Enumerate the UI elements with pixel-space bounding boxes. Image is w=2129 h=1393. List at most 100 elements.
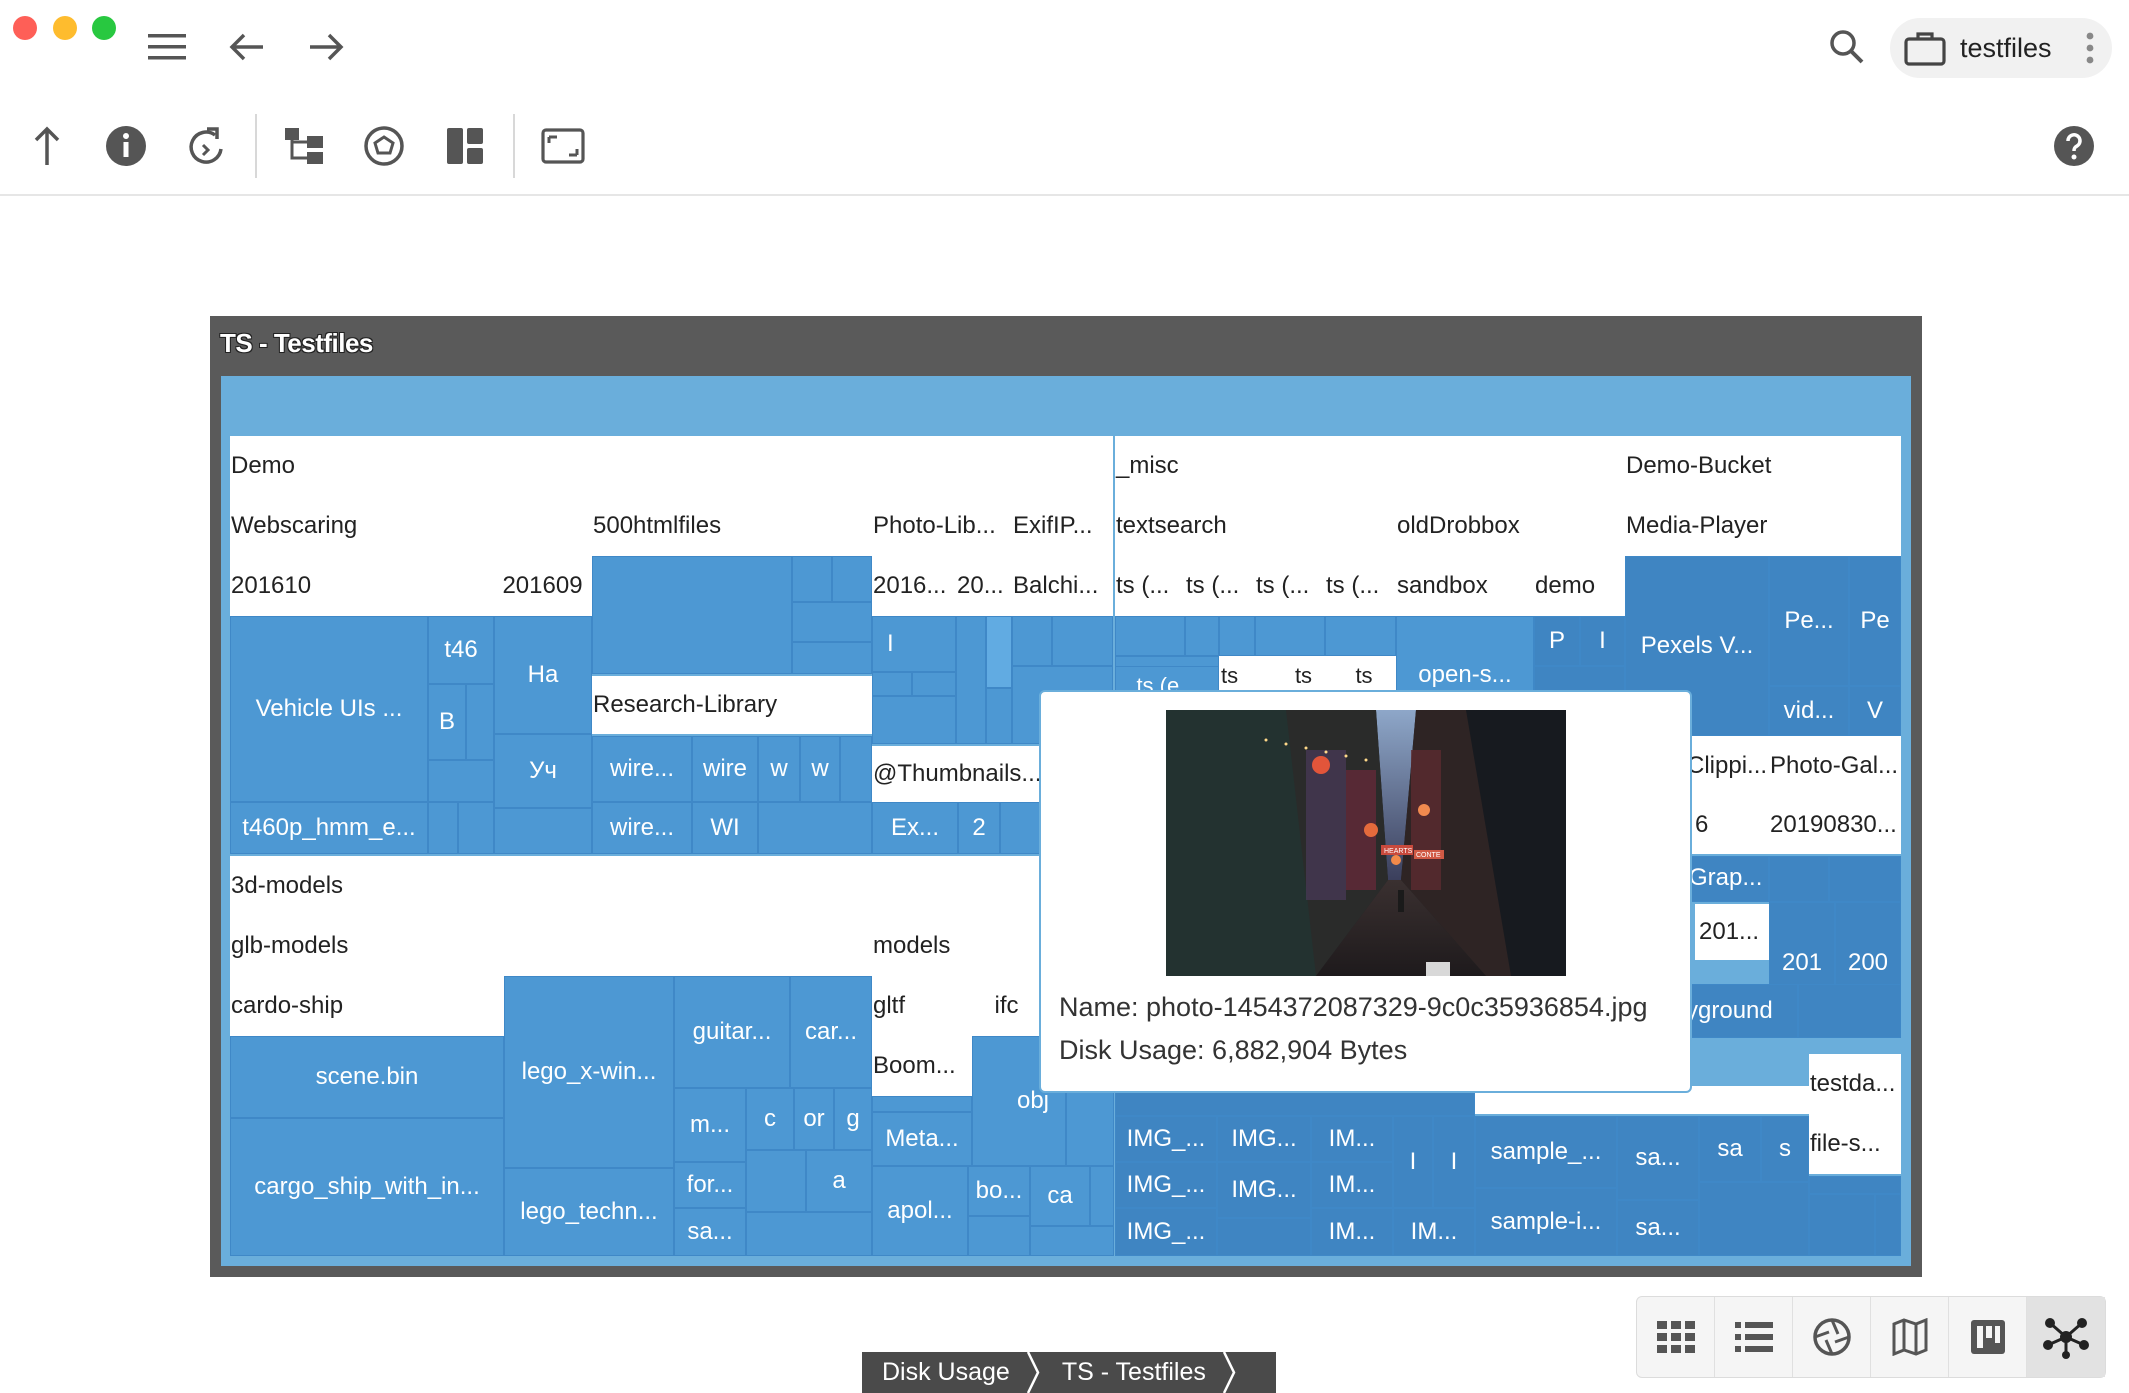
folder-201[interactable]: 201... — [1695, 904, 1769, 960]
treemap-cell[interactable]: car... — [790, 976, 872, 1088]
treemap-cell[interactable] — [792, 556, 832, 602]
folder-misc[interactable]: _misc — [1115, 436, 1625, 496]
treemap-cell[interactable] — [1875, 1194, 1901, 1256]
map-view-icon[interactable] — [1871, 1297, 1949, 1377]
treemap-cell[interactable]: IM... — [1311, 1162, 1393, 1208]
folder-201609[interactable]: 201609 — [492, 556, 592, 616]
treemap-cell[interactable]: lego_techn... — [504, 1168, 674, 1256]
folder-demo-bucket[interactable]: Demo-Bucket — [1625, 436, 1901, 496]
folder-balchi[interactable]: Balchi... — [1012, 556, 1113, 616]
gallery-view-icon[interactable] — [1793, 1297, 1871, 1377]
treemap-cell[interactable]: g — [834, 1088, 872, 1150]
info-icon[interactable] — [104, 124, 148, 168]
treemap-cell[interactable] — [494, 808, 592, 854]
treemap-cell[interactable] — [428, 802, 458, 854]
folder-2016[interactable]: 2016... — [872, 556, 956, 616]
treemap-cell[interactable]: s — [1761, 1116, 1809, 1182]
treemap-cell[interactable]: 2 — [958, 802, 1000, 854]
treemap-cell[interactable] — [1185, 616, 1219, 656]
treemap-cell[interactable]: w — [800, 736, 840, 802]
treemap-cell[interactable] — [792, 602, 872, 642]
treemap-cell[interactable]: vid... — [1769, 686, 1849, 736]
treemap-cell[interactable]: scene.bin — [230, 1036, 504, 1118]
treemap-cell[interactable]: sample-i... — [1475, 1188, 1617, 1256]
treemap-cell[interactable]: apol... — [872, 1166, 968, 1256]
treemap-cell[interactable]: I — [1580, 616, 1625, 666]
treemap-cell[interactable] — [746, 1150, 806, 1212]
forward-icon[interactable] — [305, 26, 347, 68]
minimize-window-button[interactable] — [53, 16, 77, 40]
treemap-cell[interactable] — [758, 802, 872, 854]
treemap-cell[interactable]: lego_x-win... — [504, 976, 674, 1168]
folder-olddrobbox[interactable]: oldDrobbox — [1396, 496, 1625, 556]
treemap-cell[interactable]: sample_... — [1475, 1116, 1617, 1188]
treemap-cell[interactable] — [986, 688, 1012, 744]
treemap-cell[interactable]: IMG_... — [1115, 1208, 1217, 1256]
treemap-cell[interactable] — [872, 696, 956, 744]
folder-file-s[interactable]: file-s... — [1809, 1114, 1901, 1174]
treemap-cell[interactable]: sa... — [1617, 1116, 1699, 1200]
list-view-icon[interactable] — [1715, 1297, 1793, 1377]
treemap-cell[interactable] — [986, 616, 1012, 688]
treemap-cell[interactable]: sa... — [674, 1208, 746, 1256]
treemap-cell[interactable] — [746, 1212, 872, 1256]
treemap-cell[interactable]: guitar... — [674, 976, 790, 1088]
treemap-cell[interactable]: t46 — [428, 616, 494, 684]
folder-testda[interactable]: testda... — [1809, 1054, 1901, 1114]
treemap-cell[interactable]: wire — [692, 736, 758, 802]
treemap-cell[interactable] — [832, 556, 872, 602]
folder-20190830[interactable]: 20190830... — [1769, 796, 1901, 854]
location-switcher[interactable]: testfiles — [1890, 18, 2112, 78]
treemap-cell[interactable]: IMG... — [1217, 1116, 1311, 1162]
breadcrumb-item-testfiles[interactable]: TS - Testfiles — [1041, 1352, 1224, 1393]
folder-models[interactable]: models — [872, 916, 1040, 976]
treemap-cell[interactable] — [458, 802, 494, 854]
maximize-window-button[interactable] — [92, 16, 116, 40]
treemap-cell[interactable]: B — [428, 684, 466, 760]
treemap-cell[interactable]: Pe — [1849, 556, 1901, 686]
treemap-cell[interactable] — [872, 672, 912, 696]
treemap-cell[interactable]: V — [1849, 686, 1901, 736]
treemap-cell[interactable]: a — [806, 1150, 872, 1212]
treemap-cell[interactable] — [872, 1096, 972, 1112]
treemap-cell[interactable]: IM... — [1311, 1116, 1393, 1162]
treemap-cell[interactable] — [1325, 616, 1396, 656]
treemap-cell[interactable]: Vehicle UIs ... — [230, 616, 428, 802]
treemap-cell[interactable]: IMG_... — [1115, 1162, 1217, 1208]
treemap-cell[interactable]: I — [872, 616, 956, 672]
treemap-cell[interactable]: IMG_... — [1115, 1116, 1217, 1162]
folder-demo[interactable]: Demo — [230, 436, 1113, 496]
treemap-cell[interactable]: m... — [674, 1088, 746, 1162]
treemap-cell[interactable] — [1809, 1194, 1875, 1256]
help-icon[interactable] — [2052, 124, 2096, 168]
treemap-cell[interactable]: I — [1433, 1116, 1475, 1208]
treemap-cell[interactable]: Уч — [494, 734, 592, 808]
folder-ts-1[interactable]: ts (... — [1115, 556, 1185, 616]
treemap-cell[interactable] — [1000, 802, 1040, 854]
treemap-cell[interactable]: sa — [1699, 1116, 1761, 1182]
more-options-icon[interactable] — [2086, 32, 2094, 64]
treemap-cell[interactable] — [592, 556, 792, 674]
treemap-cell[interactable]: Ex... — [872, 802, 958, 854]
treemap-cell[interactable]: sa... — [1617, 1200, 1699, 1256]
treemap-cell[interactable] — [1052, 616, 1113, 666]
treemap-cell[interactable]: bo... — [968, 1166, 1030, 1216]
treemap-cell[interactable] — [428, 760, 494, 802]
treemap-cell[interactable] — [1798, 984, 1901, 1038]
treemap-cell[interactable] — [1030, 1226, 1114, 1256]
treemap-cell[interactable] — [1219, 616, 1255, 656]
folder-media-player[interactable]: Media-Player — [1625, 496, 1901, 556]
treemap-cell[interactable]: WI — [692, 802, 758, 854]
folder-photo-lib[interactable]: Photo-Lib... — [872, 496, 1012, 556]
treemap-cell[interactable]: IM... — [1393, 1208, 1475, 1256]
treemap-cell[interactable] — [1012, 616, 1052, 666]
folder-thumbnails[interactable]: @Thumbnails... — [872, 746, 1040, 802]
treemap-cell[interactable]: Meta... — [872, 1112, 972, 1166]
fullscreen-icon[interactable] — [540, 124, 586, 168]
treemap-cell[interactable] — [1255, 616, 1325, 656]
treemap-cell[interactable] — [1829, 856, 1901, 902]
folder-ts-3[interactable]: ts (... — [1255, 556, 1325, 616]
folder-500htmlfiles[interactable]: 500htmlfiles — [592, 496, 872, 556]
folder-photo-gal[interactable]: Photo-Gal... — [1769, 736, 1901, 796]
treemap-cell[interactable] — [1115, 616, 1185, 656]
